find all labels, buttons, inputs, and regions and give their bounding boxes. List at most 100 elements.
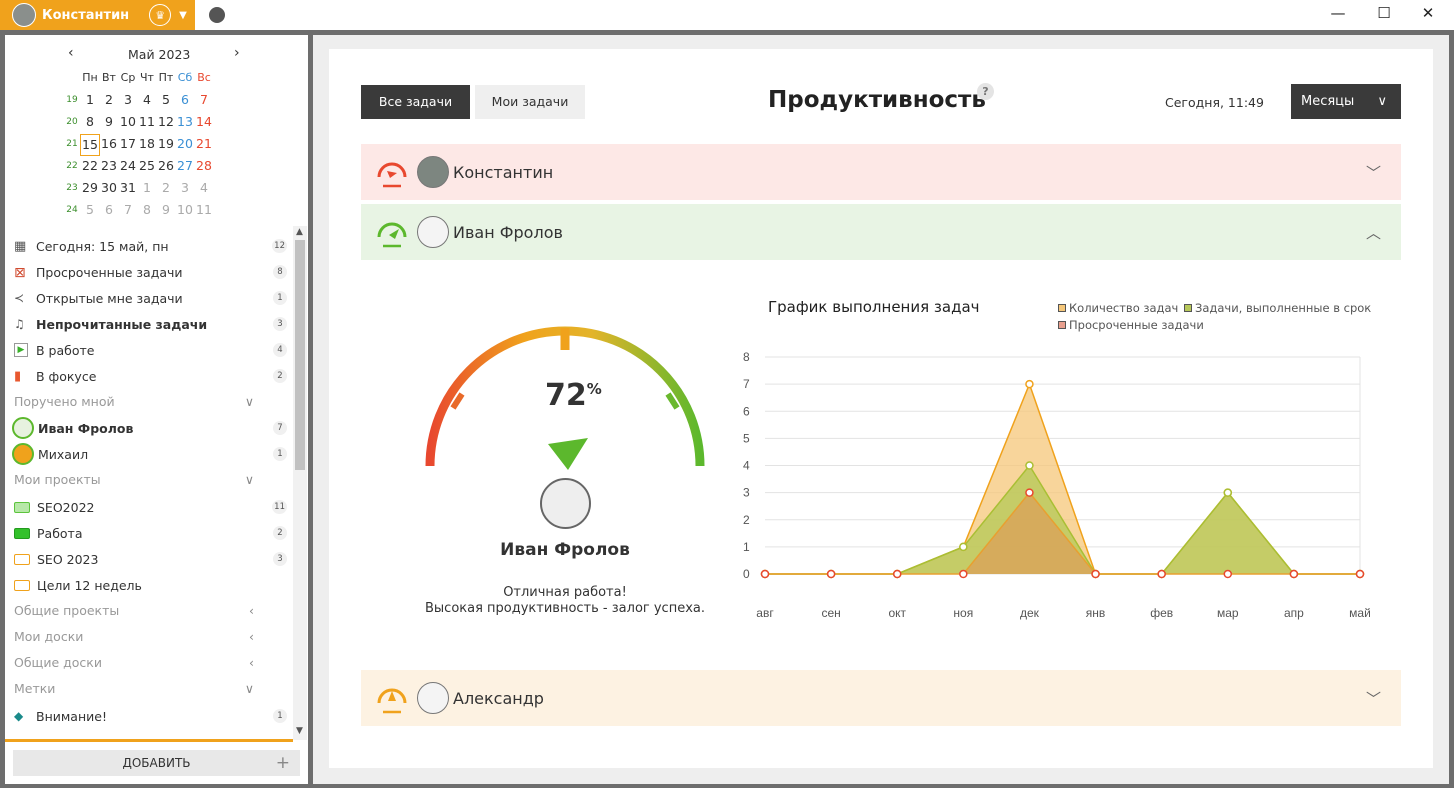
- section-my-boards[interactable]: Мои доски ‹: [14, 629, 254, 649]
- calendar-day[interactable]: 11: [137, 114, 157, 129]
- section-label: Общие проекты: [14, 603, 120, 618]
- calendar-day[interactable]: 20: [175, 136, 195, 151]
- sidebar-scrollbar[interactable]: ▲ ▼: [293, 226, 307, 740]
- period-select[interactable]: Месяцы ∨: [1291, 84, 1401, 119]
- calendar-day[interactable]: 21: [194, 136, 214, 151]
- add-button[interactable]: ДОБАВИТЬ +: [13, 750, 300, 776]
- calendar-day[interactable]: 26: [156, 158, 176, 173]
- section-shared-boards[interactable]: Общие доски ‹: [14, 655, 254, 675]
- tab-all-tasks[interactable]: Все задачи: [361, 85, 470, 119]
- calendar-day[interactable]: 16: [99, 136, 119, 151]
- person-row-ivan[interactable]: Иван Фролов ︿: [361, 204, 1401, 260]
- sidebar-item-project[interactable]: SEO 2023 3: [14, 548, 287, 570]
- calendar-day[interactable]: 14: [194, 114, 214, 129]
- chevron-down-icon[interactable]: ▼: [179, 10, 187, 21]
- calendar-day[interactable]: 4: [137, 92, 157, 107]
- x-tick-label: ноя: [953, 606, 973, 620]
- section-label: Метки: [14, 681, 56, 696]
- calendar-day[interactable]: 2: [99, 92, 119, 107]
- calendar-day[interactable]: 7: [194, 92, 214, 107]
- calendar-day[interactable]: 10: [118, 114, 138, 129]
- prev-month-icon[interactable]: ‹: [68, 45, 74, 61]
- section-shared-projects[interactable]: Общие проекты ‹: [14, 603, 254, 623]
- gauge-mid-icon: [377, 688, 407, 714]
- chevron-up-icon[interactable]: ︿: [1366, 222, 1381, 243]
- person-row-konstantin[interactable]: Константин ﹀: [361, 144, 1401, 200]
- calendar-day[interactable]: 5: [156, 92, 176, 107]
- help-icon[interactable]: ?: [977, 83, 994, 100]
- calendar-day[interactable]: 30: [99, 180, 119, 195]
- calendar-day[interactable]: 24: [118, 158, 138, 173]
- tab-my-tasks[interactable]: Мои задачи: [475, 85, 585, 119]
- current-time: Сегодня, 11:49: [1165, 95, 1264, 110]
- calendar-day[interactable]: 22: [80, 158, 100, 173]
- sidebar-item-project[interactable]: Работа 2: [14, 522, 287, 544]
- calendar-day[interactable]: 9: [156, 202, 176, 217]
- minimize-button[interactable]: —: [1328, 4, 1348, 22]
- chevron-down-icon[interactable]: ﹀: [1366, 688, 1381, 709]
- calendar-day[interactable]: 13: [175, 114, 195, 129]
- sidebar-item-project[interactable]: Цели 12 недель: [14, 574, 287, 596]
- scroll-up-icon[interactable]: ▲: [296, 227, 303, 237]
- calendar-day[interactable]: 19: [156, 136, 176, 151]
- sidebar-item[interactable]: ▶ В работе 4: [14, 339, 287, 361]
- calendar-day[interactable]: 12: [156, 114, 176, 129]
- calendar-day[interactable]: 3: [118, 92, 138, 107]
- calendar-day[interactable]: 8: [80, 114, 100, 129]
- calendar-day[interactable]: 18: [137, 136, 157, 151]
- calendar-day[interactable]: 9: [99, 114, 119, 129]
- sidebar-item-label: Внимание!: [36, 708, 107, 724]
- sidebar-item[interactable]: ▮ В фокусе 2: [14, 365, 287, 387]
- calendar-day[interactable]: 10: [175, 202, 195, 217]
- calendar-day[interactable]: 31: [118, 180, 138, 195]
- calendar-day[interactable]: 1: [137, 180, 157, 195]
- section-projects[interactable]: Мои проекты ∨: [14, 472, 254, 492]
- stats-icon[interactable]: [209, 7, 225, 23]
- sidebar-item[interactable]: ≺ Открытые мне задачи 1: [14, 287, 287, 309]
- calendar-day[interactable]: 6: [175, 92, 195, 107]
- sidebar-item-label: SEO 2023: [37, 551, 99, 567]
- crown-icon[interactable]: ♛: [149, 4, 172, 26]
- calendar-day[interactable]: 28: [194, 158, 214, 173]
- calendar-day[interactable]: 29: [80, 180, 100, 195]
- legend-swatch: [1184, 304, 1192, 312]
- sidebar-item[interactable]: ▦ Сегодня: 15 май, пн 12: [14, 235, 287, 257]
- scroll-down-icon[interactable]: ▼: [296, 726, 303, 736]
- chevron-down-icon[interactable]: ﹀: [1366, 162, 1381, 183]
- legend-swatch: [1058, 321, 1066, 329]
- calendar-day[interactable]: 6: [99, 202, 119, 217]
- calendar-day[interactable]: 17: [118, 136, 138, 151]
- y-tick-label: 7: [743, 377, 750, 391]
- sidebar-item-mikhail[interactable]: Михаил 1: [12, 443, 287, 465]
- sidebar-item-tag[interactable]: ◆ Внимание! 1: [14, 705, 287, 727]
- person-row-alexandr[interactable]: Александр ﹀: [361, 670, 1401, 726]
- calendar-day[interactable]: 7: [118, 202, 138, 217]
- calendar-day[interactable]: 3: [175, 180, 195, 195]
- maximize-button[interactable]: ☐: [1374, 4, 1394, 22]
- section-assigned[interactable]: Поручено мной ∨: [14, 394, 254, 414]
- calendar-day[interactable]: 25: [137, 158, 157, 173]
- user-menu-button[interactable]: Константин ♛ ▼: [0, 0, 195, 30]
- calendar-day[interactable]: 8: [137, 202, 157, 217]
- sidebar-item-project[interactable]: SEO2022 11: [14, 496, 287, 518]
- calendar-day[interactable]: 11: [194, 202, 214, 217]
- sidebar-item[interactable]: ⊠ Просроченные задачи 8: [14, 261, 287, 283]
- calendar-day[interactable]: 4: [194, 180, 214, 195]
- calendar-day[interactable]: 15: [80, 134, 100, 156]
- sidebar-item-ivan[interactable]: Иван Фролов 7: [12, 417, 287, 439]
- scrollbar-thumb[interactable]: [295, 240, 305, 470]
- data-point: [892, 569, 902, 579]
- calendar-day[interactable]: 27: [175, 158, 195, 173]
- calendar-day[interactable]: 5: [80, 202, 100, 217]
- calendar-day[interactable]: 2: [156, 180, 176, 195]
- calendar-month-label: Май 2023: [128, 47, 191, 62]
- y-tick-label: 2: [743, 513, 750, 527]
- calendar-day[interactable]: 23: [99, 158, 119, 173]
- section-label: Мои доски: [14, 629, 84, 644]
- next-month-icon[interactable]: ›: [234, 45, 240, 61]
- section-tags[interactable]: Метки ∨: [14, 681, 254, 701]
- weekday-label: Вт: [102, 71, 116, 84]
- sidebar-item[interactable]: ♫ Непрочитанные задачи 3: [14, 313, 287, 335]
- close-button[interactable]: ✕: [1418, 4, 1438, 22]
- calendar-day[interactable]: 1: [80, 92, 100, 107]
